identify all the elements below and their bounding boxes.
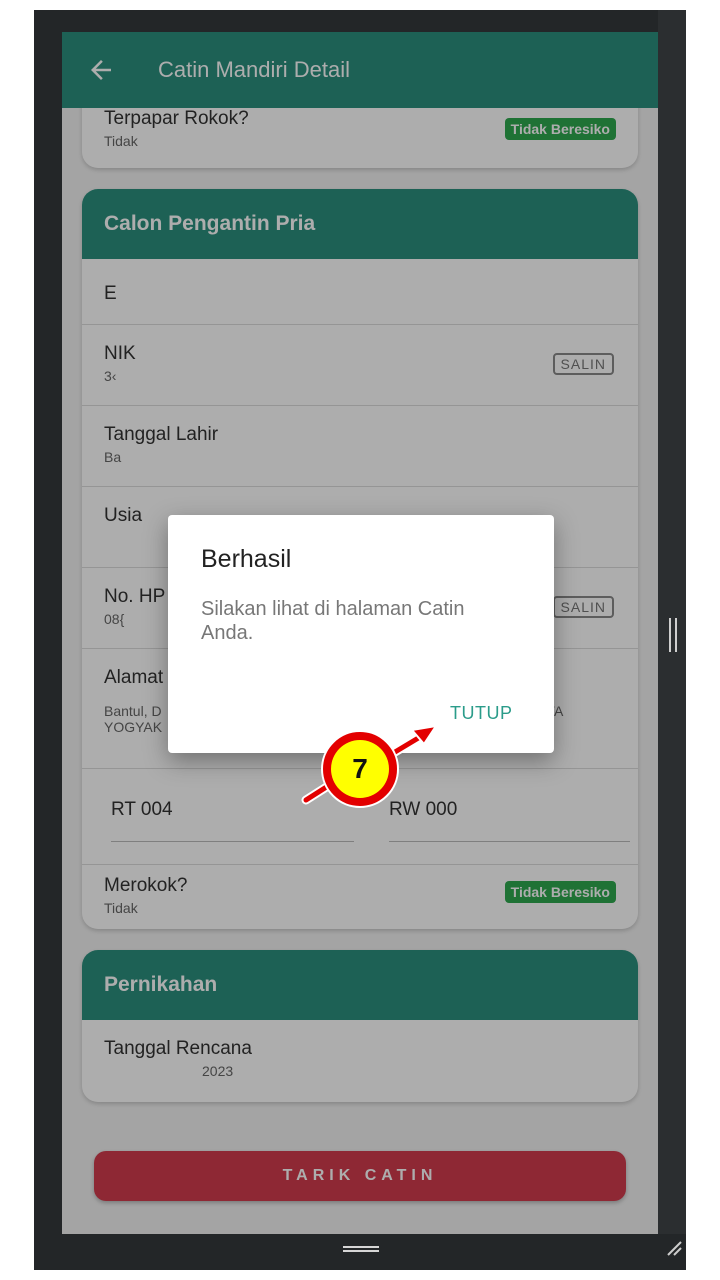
- side-drag-handle[interactable]: [669, 618, 677, 652]
- step-number: 7: [352, 753, 368, 784]
- success-dialog: Berhasil Silakan lihat di halaman Catin …: [168, 515, 554, 753]
- emulator-frame-left: [34, 10, 62, 1270]
- home-bar-icon[interactable]: [343, 1246, 379, 1252]
- emulator-frame-bottom: [34, 1234, 686, 1270]
- dialog-title: Berhasil: [201, 545, 292, 573]
- emulator-frame-top: [34, 10, 686, 32]
- close-dialog-button[interactable]: TUTUP: [450, 703, 513, 724]
- resize-grip-icon[interactable]: [664, 1238, 684, 1258]
- dialog-message: Silakan lihat di halaman Catin Anda.: [201, 598, 465, 644]
